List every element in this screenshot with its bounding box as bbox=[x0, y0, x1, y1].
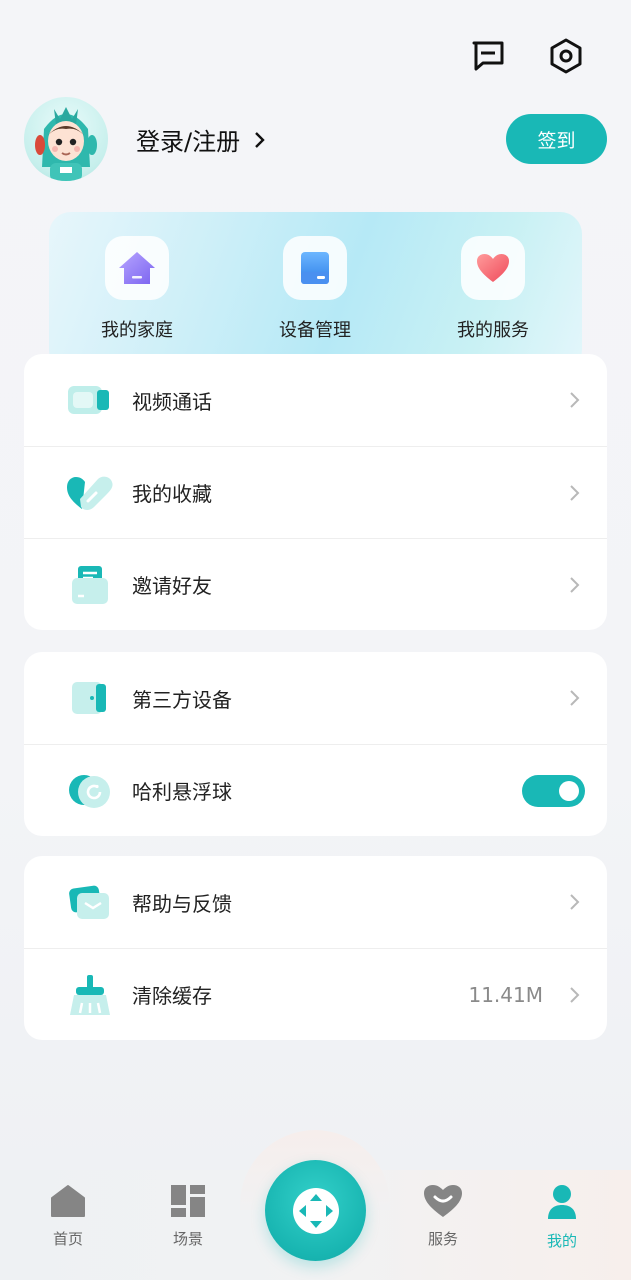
tab-service-label: 服务 bbox=[427, 1230, 458, 1248]
video-call-label: 视频通话 bbox=[132, 389, 212, 414]
tab-profile-label: 我的 bbox=[546, 1232, 577, 1250]
tab-scene-label: 场景 bbox=[172, 1230, 203, 1248]
cache-size-value: 11.41M bbox=[468, 982, 543, 1007]
avatar[interactable] bbox=[24, 97, 108, 181]
help-feedback-label: 帮助与反馈 bbox=[132, 891, 232, 916]
settings-icon[interactable] bbox=[546, 36, 586, 76]
control-pad-icon bbox=[292, 1187, 339, 1234]
chevron-right-icon bbox=[570, 392, 580, 408]
invite-icon bbox=[66, 561, 114, 609]
home-tab-icon bbox=[51, 1185, 85, 1217]
floating-ball-row: 哈利悬浮球 bbox=[24, 744, 607, 836]
clear-cache-row[interactable]: 清除缓存 11.41M bbox=[24, 948, 607, 1040]
menu-group-2: 第三方设备 哈利悬浮球 bbox=[24, 652, 607, 836]
chevron-right-icon bbox=[570, 576, 580, 593]
profile-tab-icon bbox=[548, 1185, 576, 1219]
login-register-label: 登录/注册 bbox=[136, 128, 241, 156]
menu-group-3: 帮助与反馈 清除缓存 11.41M bbox=[24, 856, 607, 1040]
floating-ball-icon bbox=[66, 767, 114, 815]
device-management-label: 设备管理 bbox=[279, 320, 351, 341]
broom-icon bbox=[66, 971, 114, 1019]
my-service-shortcut[interactable]: 我的服务 bbox=[423, 236, 563, 342]
checkin-label: 签到 bbox=[537, 129, 576, 152]
chevron-right-icon bbox=[570, 690, 580, 706]
my-home-shortcut[interactable]: 我的家庭 bbox=[67, 236, 207, 342]
heart-icon bbox=[461, 236, 525, 300]
third-party-device-label: 第三方设备 bbox=[132, 687, 232, 712]
help-feedback-icon bbox=[66, 878, 114, 926]
chevron-right-icon bbox=[570, 894, 580, 910]
favorites-label: 我的收藏 bbox=[132, 482, 212, 506]
my-service-label: 我的服务 bbox=[457, 320, 529, 341]
tab-scene[interactable]: 场景 bbox=[148, 1184, 228, 1249]
checkin-button[interactable]: 签到 bbox=[506, 114, 607, 164]
message-icon[interactable] bbox=[468, 36, 508, 76]
toggle-knob bbox=[559, 780, 579, 801]
quick-access-panel: 我的家庭 设备管理 我的服务 bbox=[49, 212, 582, 372]
center-control-button[interactable] bbox=[265, 1160, 366, 1261]
tab-home[interactable]: 首页 bbox=[28, 1184, 108, 1249]
my-home-label: 我的家庭 bbox=[101, 320, 173, 341]
tab-profile[interactable]: 我的 bbox=[522, 1184, 602, 1251]
device-management-shortcut[interactable]: 设备管理 bbox=[245, 236, 385, 342]
favorite-icon bbox=[66, 469, 114, 517]
tab-service[interactable]: 服务 bbox=[403, 1184, 483, 1249]
invite-friends-row[interactable]: 邀请好友 bbox=[24, 538, 607, 630]
invite-friends-label: 邀请好友 bbox=[132, 574, 212, 598]
floating-ball-toggle[interactable] bbox=[522, 774, 585, 807]
video-call-row[interactable]: 视频通话 bbox=[24, 354, 607, 446]
service-tab-icon bbox=[424, 1185, 462, 1217]
scene-tab-icon bbox=[171, 1185, 205, 1217]
clear-cache-label: 清除缓存 bbox=[132, 984, 212, 1008]
menu-group-1: 视频通话 我的收藏 邀请好友 bbox=[24, 354, 607, 630]
favorites-row[interactable]: 我的收藏 bbox=[24, 446, 607, 538]
chevron-right-icon bbox=[570, 484, 580, 501]
video-call-icon bbox=[66, 376, 114, 424]
chevron-right-icon bbox=[570, 986, 580, 1003]
tab-home-label: 首页 bbox=[52, 1230, 83, 1248]
home-icon bbox=[105, 236, 169, 300]
device-icon bbox=[283, 236, 347, 300]
floating-ball-label: 哈利悬浮球 bbox=[132, 780, 232, 804]
help-feedback-row[interactable]: 帮助与反馈 bbox=[24, 856, 607, 948]
login-register-link[interactable]: 登录/注册 bbox=[136, 122, 266, 157]
third-party-device-row[interactable]: 第三方设备 bbox=[24, 652, 607, 744]
chevron-right-icon bbox=[255, 131, 265, 148]
third-party-device-icon bbox=[66, 674, 114, 722]
